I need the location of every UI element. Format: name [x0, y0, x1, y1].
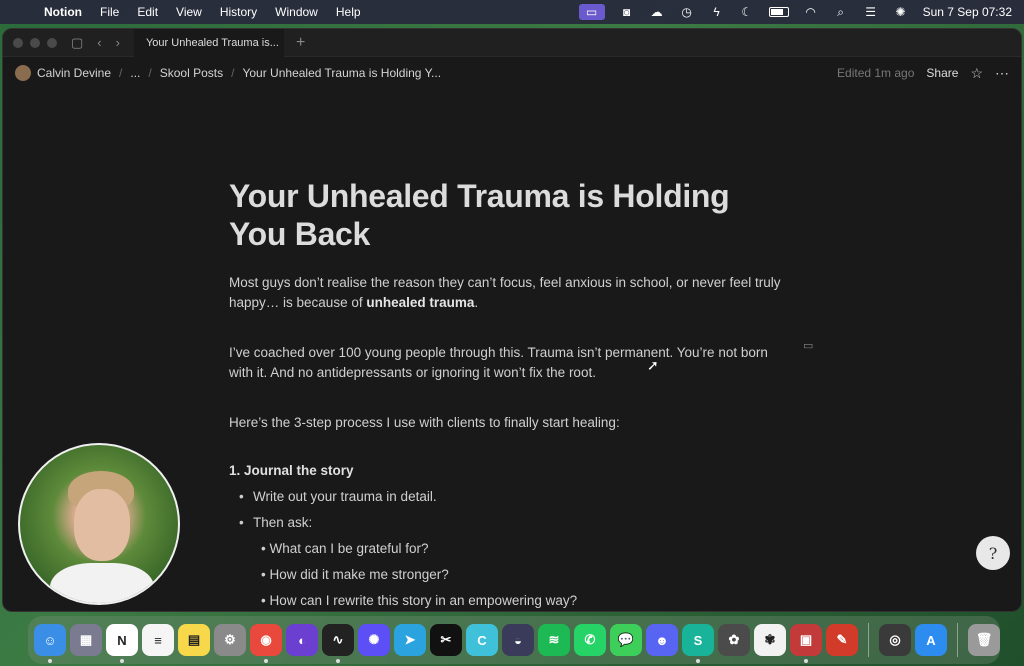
dock-reminders-icon[interactable]: ≡: [142, 624, 174, 656]
list-item[interactable]: Write out your trauma in detail.: [239, 484, 789, 510]
shortcut-icon[interactable]: ϟ: [709, 5, 725, 19]
dock-game-app-icon[interactable]: ▣: [790, 624, 822, 663]
paragraph-coaching[interactable]: I’ve coached over 100 young people throu…: [229, 343, 789, 383]
control-center-icon[interactable]: ☰: [863, 5, 879, 19]
paragraph-process[interactable]: Here’s the 3-step process I use with cli…: [229, 413, 789, 433]
menu-bar: Notion File Edit View History Window Hel…: [0, 0, 1024, 24]
dock: ☺ ▦ N ≡ ▤ ⚙ ◉ ◐ ∿ ✺ ➤ ✂ C ◒ ≋ ✆ 💬 ☻ S ✿ ✾ ▣ ✎ ◎ A 🗑: [28, 616, 1000, 664]
cloud-icon[interactable]: ☁: [649, 5, 665, 19]
sub-bullet-list: • What can I be grateful for? • How did …: [229, 536, 789, 611]
menu-help[interactable]: Help: [336, 5, 361, 19]
dock-system-settings-icon[interactable]: ⚙: [214, 624, 246, 656]
list-item[interactable]: Then ask:: [239, 510, 789, 536]
dock-notes-icon[interactable]: ▤: [178, 624, 210, 656]
webcam-shirt: [50, 563, 154, 603]
back-arrow-icon[interactable]: ‹: [97, 35, 101, 50]
dock-spotify-icon[interactable]: ≋: [538, 624, 570, 656]
breadcrumb-parent[interactable]: Skool Posts: [160, 66, 223, 80]
screen-share-icon[interactable]: ▭: [578, 4, 605, 20]
new-tab-icon[interactable]: +: [296, 34, 305, 52]
timer-icon[interactable]: ◷: [679, 5, 695, 19]
dock-discord-icon[interactable]: ☻: [646, 624, 678, 656]
dock-finder-icon[interactable]: ☺: [34, 624, 66, 663]
dock-separator: [868, 623, 869, 657]
close-window-button[interactable]: [13, 37, 23, 48]
menu-history[interactable]: History: [220, 5, 257, 19]
bullet-list: Write out your trauma in detail. Then as…: [229, 484, 789, 536]
wifi-icon[interactable]: ◠: [803, 5, 819, 19]
dock-canva-icon[interactable]: C: [466, 624, 498, 656]
share-button[interactable]: Share: [926, 66, 958, 80]
page-topbar: Calvin Devine / ... / Skool Posts / Your…: [3, 57, 1021, 89]
dock-launchpad-icon[interactable]: ▦: [70, 624, 102, 656]
edited-timestamp: Edited 1m ago: [837, 66, 915, 80]
webcam-overlay: [18, 443, 180, 605]
list-item[interactable]: • What can I be grateful for?: [261, 536, 789, 562]
star-icon[interactable]: ☆: [970, 65, 983, 82]
dock-trash-icon[interactable]: 🗑: [968, 624, 1000, 656]
search-icon[interactable]: ⌕: [833, 5, 849, 19]
moon-icon[interactable]: ☾: [739, 5, 755, 19]
dock-chrome-icon[interactable]: ◉: [250, 624, 282, 663]
zoom-window-button[interactable]: [47, 37, 57, 48]
app-icon[interactable]: ◙: [619, 5, 635, 19]
apple-menu-icon[interactable]: [14, 5, 28, 19]
breadcrumb-user[interactable]: Calvin Devine: [37, 66, 111, 80]
paragraph-intro[interactable]: Most guys don’t realise the reason they …: [229, 273, 789, 313]
step-heading[interactable]: 1. Journal the story: [229, 463, 789, 478]
dock-whatsapp-icon[interactable]: ✆: [574, 624, 606, 656]
dock-brush-app-icon[interactable]: ✎: [826, 624, 858, 656]
sidebar-toggle-icon[interactable]: ▢: [71, 35, 83, 51]
page-title[interactable]: Your Unhealed Trauma is Holding You Back: [229, 177, 789, 253]
minimize-window-button[interactable]: [30, 37, 40, 48]
paragraph-intro-bold: unhealed trauma: [366, 295, 475, 310]
menu-file[interactable]: File: [100, 5, 119, 19]
dock-capcut-icon[interactable]: ✂: [430, 624, 462, 656]
dock-arc-icon[interactable]: ◐: [286, 624, 318, 656]
dock-notion-icon[interactable]: N: [106, 624, 138, 663]
breadcrumb-separator: /: [119, 66, 123, 80]
title-bar: ▢ ‹ › Your Unhealed Trauma is... +: [3, 29, 1021, 57]
paragraph-intro-end: .: [474, 295, 479, 310]
breadcrumb-separator: /: [148, 66, 152, 80]
forward-arrow-icon[interactable]: ›: [116, 35, 120, 50]
dock-telegram-icon[interactable]: ➤: [394, 624, 426, 656]
comment-icon[interactable]: ▭: [803, 339, 813, 352]
dock-quicktime-icon[interactable]: ◎: [879, 624, 911, 656]
dock-audio-app-icon[interactable]: ∿: [322, 624, 354, 663]
page-content: Your Unhealed Trauma is Holding You Back…: [229, 177, 789, 611]
menu-app-name[interactable]: Notion: [44, 5, 82, 19]
menu-window[interactable]: Window: [275, 5, 318, 19]
help-button[interactable]: ?: [976, 536, 1010, 570]
menu-view[interactable]: View: [176, 5, 202, 19]
menu-clock[interactable]: Sun 7 Sep 07:32: [923, 5, 1012, 19]
dock-surfshark-icon[interactable]: S: [682, 624, 714, 663]
paragraph-intro-text: Most guys don’t realise the reason they …: [229, 275, 781, 310]
list-item[interactable]: • How did it make me stronger?: [261, 562, 789, 588]
dock-perplexity-icon[interactable]: ✺: [358, 624, 390, 656]
breadcrumb-current[interactable]: Your Unhealed Trauma is Holding Y...: [242, 66, 441, 80]
dock-vpn-app-icon[interactable]: ◒: [502, 624, 534, 656]
dock-separator: [957, 623, 958, 657]
tab-title: Your Unhealed Trauma is...: [145, 36, 279, 49]
battery-icon[interactable]: [768, 7, 789, 17]
dock-messages-icon[interactable]: 💬: [610, 624, 642, 656]
siri-icon[interactable]: ✺: [893, 5, 909, 19]
breadcrumb-separator: /: [231, 66, 235, 80]
avatar[interactable]: [15, 65, 31, 81]
mouse-cursor-icon: ➚: [647, 357, 659, 373]
dock-app-store-icon[interactable]: A: [915, 624, 947, 656]
tab-current-page[interactable]: Your Unhealed Trauma is...: [133, 29, 284, 57]
menu-edit[interactable]: Edit: [137, 5, 158, 19]
dock-vpn-shield-icon[interactable]: ✿: [718, 624, 750, 656]
dock-photos-icon[interactable]: ✾: [754, 624, 786, 656]
more-options-icon[interactable]: ⋯: [995, 65, 1009, 82]
window-controls: [3, 37, 57, 48]
webcam-face: [74, 489, 130, 561]
breadcrumb-ellipsis[interactable]: ...: [130, 66, 140, 80]
list-item[interactable]: • How can I rewrite this story in an emp…: [261, 588, 789, 611]
